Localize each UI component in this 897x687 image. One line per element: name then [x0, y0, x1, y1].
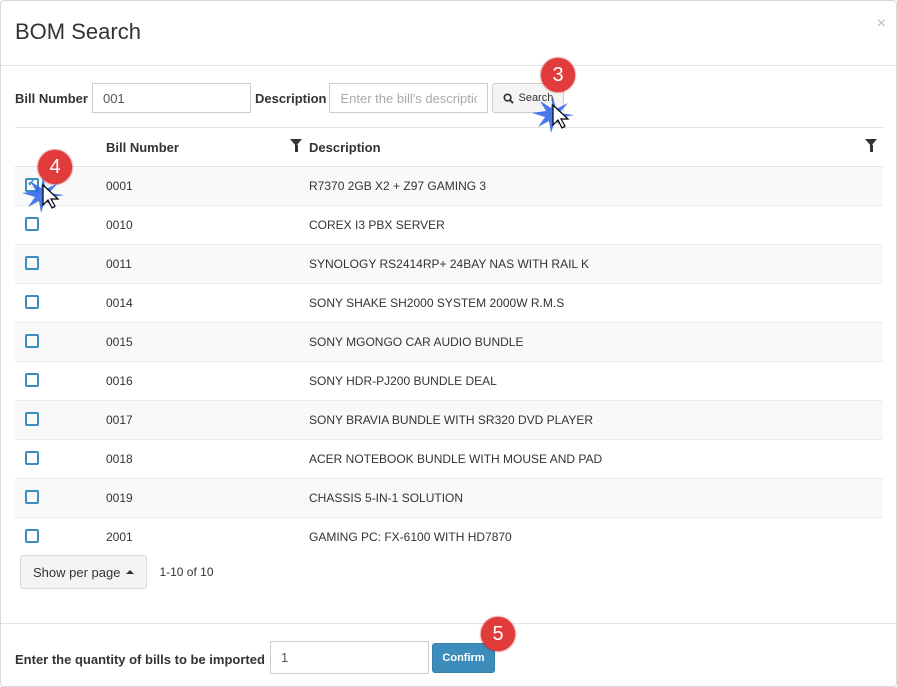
- row-select-cell: [15, 322, 105, 362]
- description-cell: CHASSIS 5-IN-1 SOLUTION: [308, 478, 883, 518]
- table-row[interactable]: 0014 SONY SHAKE SH2000 SYSTEM 2000W R.M.S: [15, 283, 883, 323]
- bom-table: Bill Number Description 0001R7370 2GB X2…: [15, 128, 883, 556]
- bill-number-cell: 0011: [105, 244, 308, 284]
- table-row[interactable]: 2001 GAMING PC: FX-6100 WITH HD7870: [15, 517, 883, 556]
- dialog-header: BOM Search ×: [1, 1, 896, 66]
- bill-number-cell: 0019: [105, 478, 308, 518]
- confirm-button[interactable]: Confirm: [432, 643, 495, 673]
- filter-bar: Bill Number Description Search: [15, 81, 565, 115]
- description-cell: SYNOLOGY RS2414RP+ 24BAY NAS WITH RAIL K: [308, 244, 883, 284]
- bill-number-cell: 0014: [105, 283, 308, 323]
- table-row[interactable]: 0001R7370 2GB X2 + Z97 GAMING 3: [15, 166, 883, 206]
- row-checkbox[interactable]: [25, 372, 39, 387]
- bom-search-dialog: BOM Search × Bill Number Description Sea…: [0, 0, 897, 687]
- bill-number-input[interactable]: [91, 83, 251, 113]
- column-header-description: Description: [308, 128, 883, 167]
- description-label: Description: [254, 90, 327, 106]
- description-cell: R7370 2GB X2 + Z97 GAMING 3: [308, 166, 883, 206]
- close-icon[interactable]: ×: [877, 15, 886, 33]
- click-cursor-icon: [22, 177, 64, 213]
- bill-number-cell: 0018: [105, 439, 308, 479]
- dialog-footer: Enter the quantity of bills to be import…: [1, 623, 896, 687]
- bill-number-cell: 2001: [105, 517, 308, 556]
- show-per-page-label: Show per page: [33, 564, 121, 580]
- description-cell: ACER NOTEBOOK BUNDLE WITH MOUSE AND PAD: [308, 439, 883, 479]
- step-badge-3: 3: [541, 58, 575, 92]
- pagination: Show per page 1-10 of 10: [20, 555, 214, 589]
- row-select-cell: [15, 478, 105, 518]
- row-select-cell: [15, 361, 105, 401]
- row-checkbox[interactable]: [25, 216, 39, 231]
- table-row[interactable]: 0019 CHASSIS 5-IN-1 SOLUTION: [15, 478, 883, 518]
- description-cell: SONY MGONGO CAR AUDIO BUNDLE: [308, 322, 883, 362]
- bill-number-cell: 0001: [105, 166, 308, 206]
- bill-number-cell: 0016: [105, 361, 308, 401]
- column-header-bill-number: Bill Number: [105, 128, 308, 167]
- row-checkbox[interactable]: [25, 489, 39, 504]
- description-cell: GAMING PC: FX-6100 WITH HD7870: [308, 517, 883, 556]
- bill-number-label: Bill Number: [15, 90, 88, 106]
- column-header-bill-number-label: Bill Number: [106, 139, 179, 155]
- table-row[interactable]: 0011 SYNOLOGY RS2414RP+ 24BAY NAS WITH RA…: [15, 244, 883, 284]
- filter-icon[interactable]: [290, 139, 302, 152]
- table-row[interactable]: 0018 ACER NOTEBOOK BUNDLE WITH MOUSE AND …: [15, 439, 883, 479]
- step-badge-5: 5: [481, 617, 515, 651]
- table-row[interactable]: 0015 SONY MGONGO CAR AUDIO BUNDLE: [15, 322, 883, 362]
- bill-number-cell: 0010: [105, 205, 308, 245]
- row-checkbox[interactable]: [25, 255, 39, 270]
- table-row[interactable]: 0017 SONY BRAVIA BUNDLE WITH SR320 DVD PL…: [15, 400, 883, 440]
- quantity-label: Enter the quantity of bills to be import…: [15, 652, 265, 667]
- row-checkbox[interactable]: [25, 411, 39, 426]
- row-select-cell: [15, 400, 105, 440]
- description-cell: COREX I3 PBX SERVER: [308, 205, 883, 245]
- description-cell: SONY SHAKE SH2000 SYSTEM 2000W R.M.S: [308, 283, 883, 323]
- row-select-cell: [15, 517, 105, 556]
- search-icon: [503, 92, 515, 104]
- row-checkbox[interactable]: [25, 450, 39, 465]
- show-per-page-button[interactable]: Show per page: [20, 555, 148, 589]
- filter-icon[interactable]: [865, 139, 877, 152]
- row-checkbox[interactable]: [25, 528, 39, 543]
- quantity-input[interactable]: [270, 641, 429, 674]
- dialog-title: BOM Search: [15, 19, 141, 44]
- row-checkbox[interactable]: [25, 294, 39, 309]
- table-row[interactable]: 0016 SONY HDR-PJ200 BUNDLE DEAL: [15, 361, 883, 401]
- bill-number-cell: 0015: [105, 322, 308, 362]
- row-select-cell: [15, 283, 105, 323]
- caret-up-icon: [126, 570, 135, 574]
- click-cursor-icon: [532, 97, 574, 133]
- description-cell: SONY HDR-PJ200 BUNDLE DEAL: [308, 361, 883, 401]
- bill-number-cell: 0017: [105, 400, 308, 440]
- description-cell: SONY BRAVIA BUNDLE WITH SR320 DVD PLAYER: [308, 400, 883, 440]
- page-range: 1-10 of 10: [159, 565, 214, 579]
- row-select-cell: [15, 439, 105, 479]
- row-select-cell: [15, 244, 105, 284]
- column-header-description-label: Description: [309, 139, 381, 155]
- table-row[interactable]: 0010 COREX I3 PBX SERVER: [15, 205, 883, 245]
- description-input[interactable]: [329, 83, 489, 113]
- row-checkbox[interactable]: [25, 333, 39, 348]
